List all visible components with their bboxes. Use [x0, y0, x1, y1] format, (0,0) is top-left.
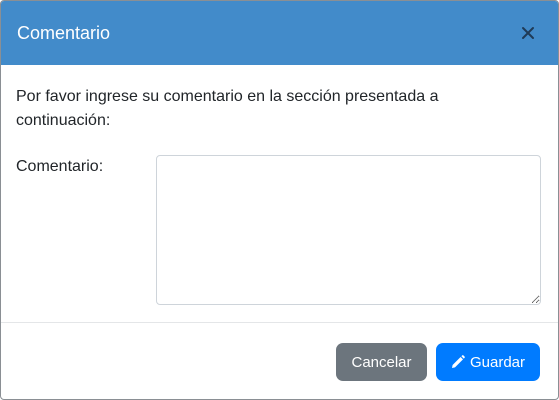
dialog-footer: Cancelar Guardar [1, 323, 558, 399]
comment-dialog: Comentario Por favor ingrese su comentar… [0, 0, 559, 400]
close-button[interactable] [516, 21, 540, 45]
save-button-label: Guardar [469, 353, 526, 371]
instruction-text: Por favor ingrese su comentario en la se… [16, 88, 439, 129]
dialog-header: Comentario [1, 1, 558, 65]
cancel-button-label: Cancelar [351, 353, 412, 371]
comment-textarea[interactable] [156, 155, 541, 305]
dialog-title: Comentario [17, 22, 111, 43]
comment-label: Comentario: [16, 158, 104, 175]
save-button[interactable]: Guardar [436, 343, 540, 381]
pencil-icon [451, 355, 465, 369]
close-icon [522, 27, 534, 39]
cancel-button[interactable]: Cancelar [336, 343, 427, 381]
dialog-body: Por favor ingrese su comentario en la se… [1, 65, 558, 323]
comment-form-row: Comentario: [16, 155, 541, 305]
